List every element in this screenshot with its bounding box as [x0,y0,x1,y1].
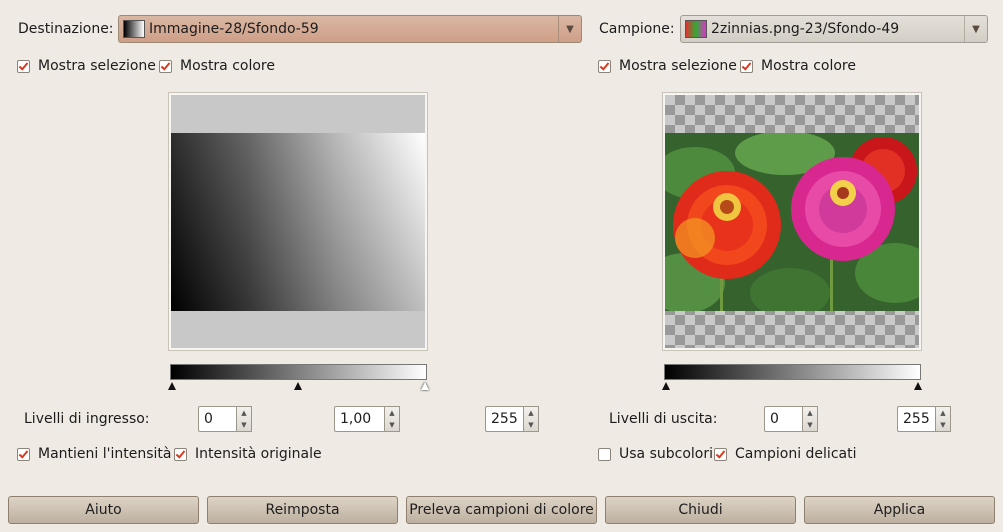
right-show-color-checkbox[interactable]: Mostra colore [740,58,856,74]
close-button[interactable]: Chiudi [605,496,796,524]
soft-samples-label: Campioni delicati [735,446,857,462]
chevron-down-icon: ▼ [964,16,987,42]
output-low-spin[interactable]: 0 ▲ ▼ [764,406,818,432]
destination-combo[interactable]: Immagine-28/Sfondo-59 ▼ [118,15,582,43]
left-show-color-label: Mostra colore [180,58,275,74]
help-button[interactable]: Aiuto [8,496,199,524]
output-low-handle[interactable] [662,382,670,390]
spin-down-icon[interactable]: ▼ [807,421,812,429]
zinnia-photo [665,133,919,311]
right-show-selection-label: Mostra selezione [619,58,737,74]
input-high-spin[interactable]: 255 ▲ ▼ [485,406,539,432]
destination-value: Immagine-28/Sfondo-59 [149,21,319,37]
right-show-selection-checkbox[interactable]: Mostra selezione [598,58,737,74]
output-levels-gradient [664,364,921,380]
output-high-handle[interactable] [914,382,922,390]
check-icon [740,59,753,73]
input-low-value[interactable]: 0 [198,406,236,432]
output-high-spin[interactable]: 255 ▲ ▼ [897,406,951,432]
left-show-selection-label: Mostra selezione [38,58,156,74]
original-intensity-label: Intensità originale [195,446,322,462]
keep-intensity-label: Mantieni l'intensità [38,446,172,462]
sample-value: 2zinnias.png-23/Sfondo-49 [711,21,900,37]
pick-color-samples-button[interactable]: Preleva campioni di colore [406,496,597,524]
input-low-spin[interactable]: 0 ▲ ▼ [198,406,252,432]
spin-down-icon[interactable]: ▼ [389,421,394,429]
checkbox-empty-icon [598,447,611,461]
output-low-value[interactable]: 0 [764,406,802,432]
zinnia-photo-graphic [665,133,919,311]
check-icon [174,447,187,461]
input-gamma-value[interactable]: 1,00 [334,406,384,432]
check-icon [17,447,30,461]
input-low-handle[interactable] [168,382,176,390]
input-levels-gradient [170,364,427,380]
soft-samples-checkbox[interactable]: Campioni delicati [714,446,856,462]
sample-preview [662,92,922,351]
left-show-color-checkbox[interactable]: Mostra colore [159,58,275,74]
check-icon [17,59,30,73]
spin-up-icon[interactable]: ▲ [807,409,812,417]
use-subcolors-label: Usa subcolori [619,446,713,462]
output-high-value[interactable]: 255 [897,406,935,432]
check-icon [598,59,611,73]
right-show-color-label: Mostra colore [761,58,856,74]
destination-label: Destinazione: [18,21,114,37]
spin-down-icon[interactable]: ▼ [241,421,246,429]
chevron-down-icon: ▼ [558,16,581,42]
apply-button[interactable]: Applica [804,496,995,524]
sample-combo[interactable]: 2zinnias.png-23/Sfondo-49 ▼ [680,15,988,43]
left-show-selection-checkbox[interactable]: Mostra selezione [17,58,156,74]
destination-thumbnail [123,20,145,38]
use-subcolors-checkbox[interactable]: Usa subcolori [598,446,713,462]
spin-up-icon[interactable]: ▲ [528,409,533,417]
output-levels-label: Livelli di uscita: [609,411,718,427]
spin-up-icon[interactable]: ▲ [389,409,394,417]
spin-up-icon[interactable]: ▲ [241,409,246,417]
reset-button[interactable]: Reimposta [207,496,398,524]
spin-down-icon[interactable]: ▼ [528,421,533,429]
input-gamma-handle[interactable] [294,382,302,390]
spin-down-icon[interactable]: ▼ [940,421,945,429]
check-icon [714,447,727,461]
check-icon [159,59,172,73]
input-high-value[interactable]: 255 [485,406,523,432]
spin-up-icon[interactable]: ▲ [940,409,945,417]
input-gamma-spin[interactable]: 1,00 ▲ ▼ [334,406,400,432]
keep-intensity-checkbox[interactable]: Mantieni l'intensità [17,446,171,462]
input-levels-label: Livelli di ingresso: [24,411,150,427]
input-high-handle[interactable] [421,382,429,390]
sample-label: Campione: [599,21,675,37]
destination-preview [168,92,428,351]
sample-thumbnail [685,20,707,38]
gradient-image [171,133,425,311]
original-intensity-checkbox[interactable]: Intensità originale [174,446,322,462]
